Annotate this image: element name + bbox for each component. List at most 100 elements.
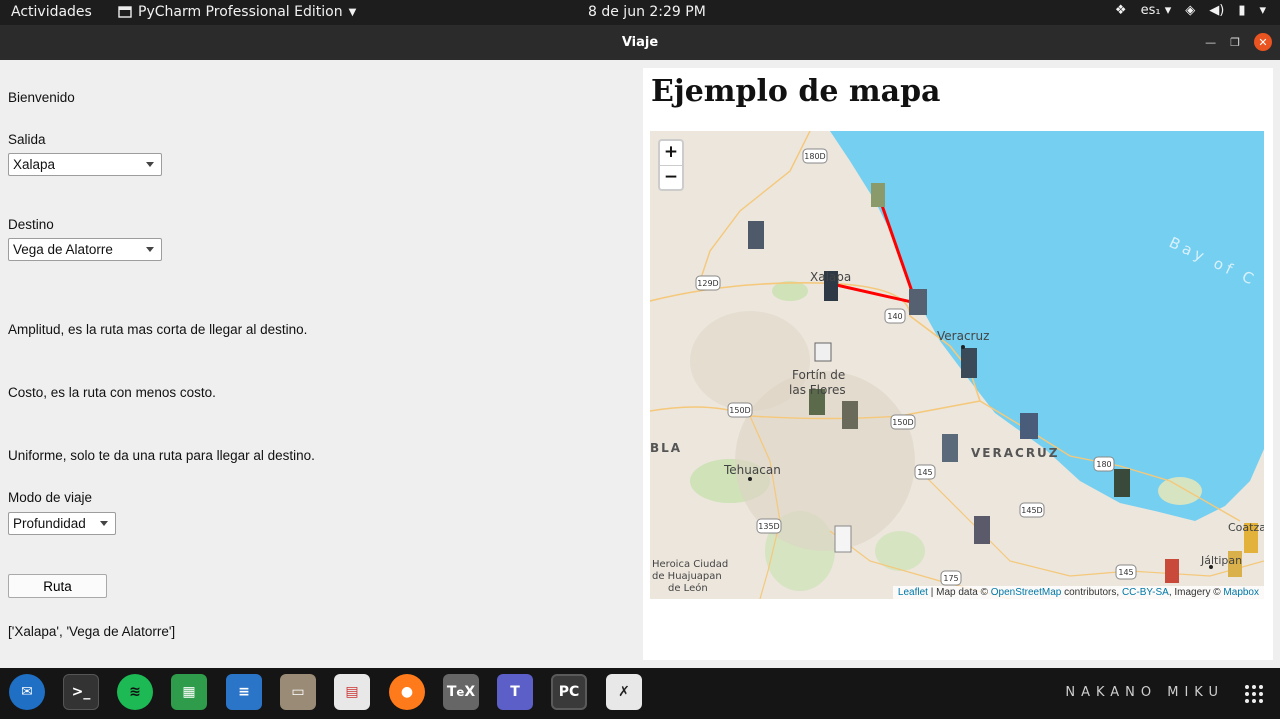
window-titlebar[interactable]: Viaje — ❐ ✕ xyxy=(0,25,1280,60)
road xyxy=(699,131,811,282)
route-button[interactable]: Ruta xyxy=(8,574,107,598)
teams-icon[interactable]: T xyxy=(497,674,533,710)
map-marker xyxy=(909,289,927,315)
label-fortin2: las Flores xyxy=(789,383,846,397)
map-marker xyxy=(974,516,990,544)
route-result: ['Xalapa', 'Vega de Alatorre'] xyxy=(8,624,176,639)
clock[interactable]: 8 de jun 2:29 PM xyxy=(588,4,706,20)
svg-text:150D: 150D xyxy=(729,406,750,415)
map-marker xyxy=(748,221,764,249)
dock: ✉ >_ ≋ ▦ ≡ ▭ ▤ ● TeX T PC ✗ NAKANO MIKU xyxy=(0,668,1280,719)
close-button[interactable]: ✕ xyxy=(1254,33,1272,51)
label-coatzacoalcos: Coatzac xyxy=(1228,521,1264,534)
svg-text:145: 145 xyxy=(917,468,932,477)
spotify-icon[interactable]: ≋ xyxy=(117,674,153,710)
zoom-out-button[interactable]: − xyxy=(660,165,682,189)
map-marker xyxy=(834,525,852,553)
status-area[interactable]: ❖ es₁ ▾ ◈ ◀) ▮ ▾ xyxy=(1115,3,1266,18)
destination-select-value: Vega de Alatorre xyxy=(13,242,113,257)
map[interactable]: 180D 129D 140 150D 150D 145 145D 180 135… xyxy=(650,131,1264,599)
label-heroica3: de León xyxy=(668,582,708,594)
destination-label: Destino xyxy=(8,217,54,232)
minimize-button[interactable]: — xyxy=(1205,36,1216,49)
travel-mode-label: Modo de viaje xyxy=(8,490,93,505)
files-icon[interactable]: ▭ xyxy=(280,674,316,710)
window-title: Viaje xyxy=(621,35,659,50)
label-heroica2: de Huajuapan xyxy=(652,571,722,582)
osm-link[interactable]: OpenStreetMap xyxy=(991,587,1062,598)
web-view: Ejemplo de mapa 180D 129D 140 150D 150D … xyxy=(643,68,1273,660)
info-uniforme: Uniforme, solo te da una ruta para llega… xyxy=(8,448,315,463)
wifi-icon: ◈ xyxy=(1185,3,1196,18)
spreadsheet-icon[interactable]: ▦ xyxy=(171,674,207,710)
label-veracruz-state: VERACRUZ xyxy=(971,446,1060,460)
label-tehuacan: Tehuacan xyxy=(723,463,781,477)
dropbox-icon: ❖ xyxy=(1114,3,1127,18)
svg-text:145: 145 xyxy=(1118,568,1133,577)
map-tiles[interactable]: 180D 129D 140 150D 150D 145 145D 180 135… xyxy=(650,131,1264,599)
destination-select[interactable]: Vega de Alatorre xyxy=(8,238,162,261)
mapbox-link[interactable]: Mapbox xyxy=(1223,587,1259,598)
activities-button[interactable]: Actividades xyxy=(11,4,92,20)
svg-text:140: 140 xyxy=(887,312,902,321)
system-menu-arrow-icon: ▾ xyxy=(1259,3,1266,18)
volume-icon: ◀) xyxy=(1209,3,1225,18)
map-marker xyxy=(842,401,858,429)
thunderbird-icon[interactable]: ✉ xyxy=(9,674,45,710)
map-marker xyxy=(942,434,958,462)
label-jaltipan: Jáltipan xyxy=(1200,554,1242,567)
info-costo: Costo, es la ruta con menos costo. xyxy=(8,385,216,400)
chevron-down-icon: ▼ xyxy=(348,6,357,18)
map-marker xyxy=(814,342,832,362)
map-marker xyxy=(1114,469,1130,497)
info-amplitud: Amplitud, es la ruta mas corta de llegar… xyxy=(8,322,308,337)
app-window: Bienvenido Salida Xalapa Destino Vega de… xyxy=(0,60,1280,668)
chevron-down-icon xyxy=(146,162,154,167)
origin-select[interactable]: Xalapa xyxy=(8,153,162,176)
firefox-icon[interactable]: ● xyxy=(389,674,425,710)
texmaker-icon[interactable]: TeX xyxy=(443,674,479,710)
label-fortin: Fortín de xyxy=(792,368,845,382)
top-panel: Actividades PyCharm Professional Edition… xyxy=(0,0,1280,25)
app-menu-label: PyCharm Professional Edition xyxy=(138,4,343,20)
xournal-icon[interactable]: ✗ xyxy=(606,674,642,710)
document-viewer-icon[interactable]: ▤ xyxy=(334,674,370,710)
battery-icon: ▮ xyxy=(1238,3,1246,18)
window-icon xyxy=(118,6,132,18)
app-grid-icon[interactable] xyxy=(1244,684,1264,704)
svg-text:145D: 145D xyxy=(1021,506,1042,515)
map-heading: Ejemplo de mapa xyxy=(651,74,941,109)
wallpaper-brand-text: NAKANO MIKU xyxy=(1065,685,1224,700)
pycharm-icon[interactable]: PC xyxy=(551,674,587,710)
map-marker xyxy=(871,183,885,207)
app-menu[interactable]: PyCharm Professional Edition ▼ xyxy=(118,4,356,20)
label-veracruz-city: Veracruz xyxy=(937,329,989,343)
terminal-icon[interactable]: >_ xyxy=(63,674,99,710)
svg-text:150D: 150D xyxy=(892,418,913,427)
origin-select-value: Xalapa xyxy=(13,157,56,172)
city-dot xyxy=(748,477,752,481)
ccbysa-link[interactable]: CC-BY-SA xyxy=(1122,587,1169,598)
map-attribution: Leaflet | Map data © OpenStreetMap contr… xyxy=(892,586,1264,599)
leaflet-link[interactable]: Leaflet xyxy=(898,587,928,598)
restore-button[interactable]: ❐ xyxy=(1230,36,1240,49)
svg-text:180D: 180D xyxy=(804,152,825,161)
chevron-down-icon xyxy=(100,521,108,526)
chevron-down-icon xyxy=(146,247,154,252)
svg-text:180: 180 xyxy=(1096,460,1111,469)
attribution-text: contributors, xyxy=(1061,587,1122,598)
travel-mode-value: Profundidad xyxy=(13,516,86,531)
keyboard-layout[interactable]: es₁ ▾ xyxy=(1141,3,1172,18)
attribution-text: | Map data © xyxy=(927,587,991,598)
zoom-in-button[interactable]: + xyxy=(660,141,682,165)
map-marker xyxy=(961,348,977,378)
origin-label: Salida xyxy=(8,132,46,147)
writer-icon[interactable]: ≡ xyxy=(226,674,262,710)
attribution-text: , Imagery © xyxy=(1168,587,1224,598)
label-xalapa: Xalapa xyxy=(810,270,851,284)
label-puebla: BLA xyxy=(650,441,682,455)
travel-mode-select[interactable]: Profundidad xyxy=(8,512,116,535)
svg-text:129D: 129D xyxy=(697,279,718,288)
map-marker xyxy=(1020,413,1038,439)
svg-text:135D: 135D xyxy=(758,522,779,531)
